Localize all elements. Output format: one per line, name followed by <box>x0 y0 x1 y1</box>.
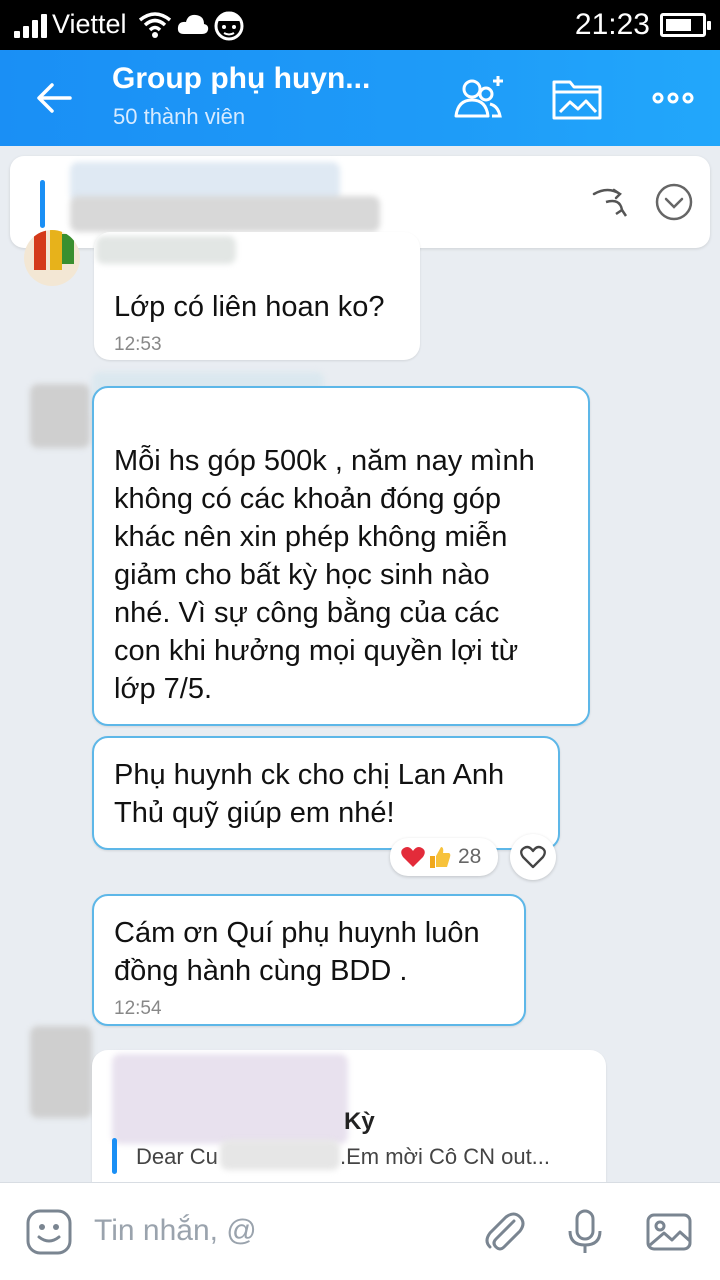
blurred-sender-name <box>96 236 236 264</box>
member-count: 50 thành viên <box>113 104 246 129</box>
blurred-avatar <box>30 384 90 448</box>
message-bubble[interactable]: Lớp có liên hoan ko? 12:53 <box>94 232 420 360</box>
add-member-icon[interactable] <box>450 72 506 124</box>
message-list[interactable]: Lớp có liên hoan ko? 12:53 Mỗi hs góp 50… <box>0 146 720 1182</box>
signal-icon <box>14 14 48 38</box>
cloud-icon <box>177 14 209 34</box>
message-time: 12:53 <box>114 334 162 355</box>
message-bubble[interactable]: Cám ơn Quí phụ huynh luôn đồng hành cùng… <box>92 894 526 1026</box>
blurred-content <box>220 1140 340 1170</box>
attachment-icon[interactable] <box>478 1207 528 1257</box>
thumbs-up-icon <box>430 847 451 868</box>
status-bar: Viettel 21:23 <box>0 0 720 50</box>
microphone-icon[interactable] <box>560 1207 610 1257</box>
carrier-label: Viettel <box>52 9 127 39</box>
quoted-preview-end: .Em mời Cô CN out... <box>340 1144 551 1169</box>
image-icon[interactable] <box>644 1207 694 1257</box>
message-bubble[interactable]: Kỳ Dear Cu .Em mời Cô CN out... <box>92 1050 606 1182</box>
quoted-sender-name: Kỳ <box>344 1108 375 1135</box>
chevron-down-icon[interactable] <box>654 182 694 222</box>
clock: 21:23 <box>574 8 650 41</box>
blurred-avatar <box>30 1026 92 1118</box>
pinned-accent-bar <box>40 180 45 228</box>
more-options-icon[interactable] <box>646 72 702 124</box>
wifi-icon <box>138 12 172 38</box>
blurred-content <box>70 196 380 232</box>
message-text: Mỗi hs góp 500k , năm nay mình không có … <box>114 445 535 705</box>
heart-icon <box>401 847 425 867</box>
notification-face-icon <box>214 11 244 41</box>
group-title[interactable]: Group phụ huyn... <box>112 62 370 96</box>
battery-icon <box>660 13 711 37</box>
reaction-count: 28 <box>458 845 482 868</box>
message-text: Phụ huynh ck cho chị Lan Anh Thủ quỹ giú… <box>114 759 505 829</box>
chat-header: Group phụ huyn... 50 thành viên <box>0 50 720 146</box>
media-folder-icon[interactable] <box>550 72 606 124</box>
reaction-summary[interactable]: 28 <box>390 838 498 876</box>
like-button[interactable] <box>510 834 556 880</box>
blurred-content <box>112 1054 348 1144</box>
back-arrow-icon[interactable] <box>34 78 74 118</box>
message-input[interactable]: Tin nhắn, @ <box>94 1214 257 1248</box>
reply-arrow-icon[interactable] <box>588 180 632 224</box>
avatar[interactable] <box>24 230 80 286</box>
emoji-icon[interactable] <box>24 1207 74 1257</box>
message-text: Cám ơn Quí phụ huynh luôn đồng hành cùng… <box>114 917 480 987</box>
message-time: 12:54 <box>114 998 162 1019</box>
quote-accent-bar <box>112 1138 117 1174</box>
message-text: Lớp có liên hoan ko? <box>114 291 385 323</box>
message-bubble[interactable]: Mỗi hs góp 500k , năm nay mình không có … <box>92 386 590 726</box>
message-bubble[interactable]: Phụ huynh ck cho chị Lan Anh Thủ quỹ giú… <box>92 736 560 850</box>
heart-outline-icon <box>520 845 546 869</box>
quoted-preview-start: Dear Cu <box>136 1144 218 1169</box>
message-composer: Tin nhắn, @ <box>0 1182 720 1280</box>
